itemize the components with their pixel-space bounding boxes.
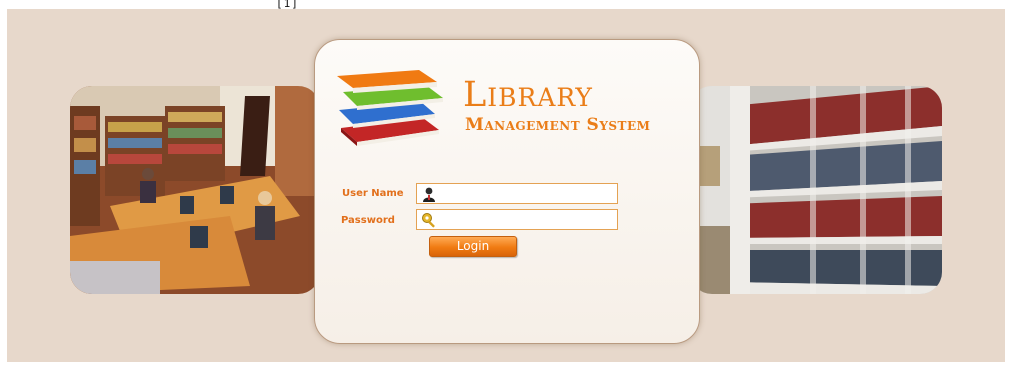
password-label: Password (341, 215, 395, 226)
logo-title: Library (463, 75, 593, 115)
key-icon (422, 213, 435, 228)
logo-subtitle: Management System (465, 115, 651, 135)
username-field[interactable] (416, 183, 618, 204)
password-input[interactable] (441, 211, 613, 228)
password-field[interactable] (416, 209, 618, 230)
username-label: User Name (342, 188, 404, 199)
username-input[interactable] (441, 185, 613, 202)
app-logo-text: Library Management System (463, 76, 650, 136)
login-button[interactable]: Login (429, 236, 517, 257)
user-icon (423, 187, 435, 202)
books-logo-icon (337, 70, 443, 146)
bookshelf-aisle-photo (690, 86, 942, 294)
library-reading-room-photo (70, 86, 320, 294)
